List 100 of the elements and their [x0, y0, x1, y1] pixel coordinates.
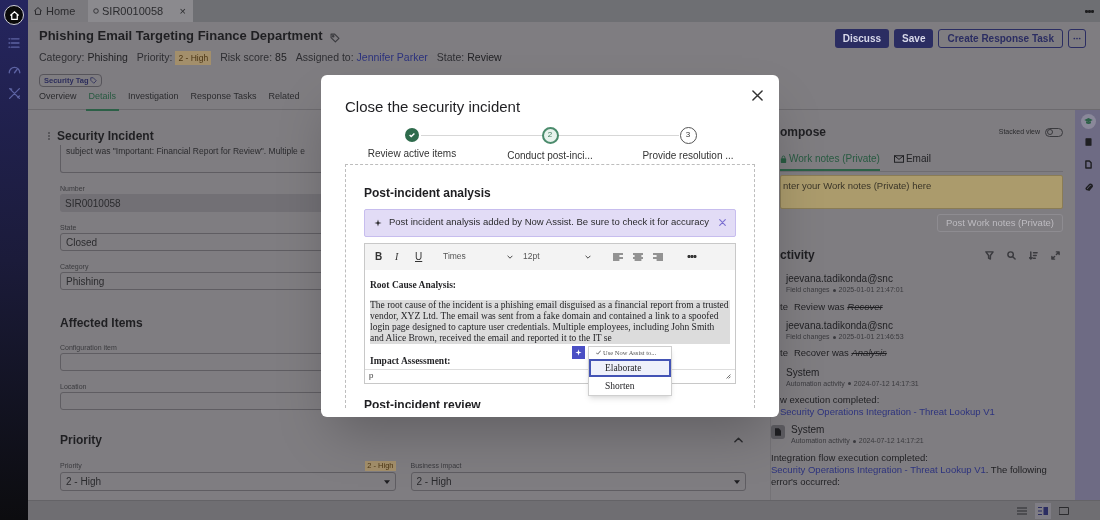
- section-heading: Priority: [60, 432, 102, 449]
- sparkle-icon: [374, 218, 382, 227]
- activity-author: jeevana.tadikonda@snc: [786, 318, 894, 332]
- record-title: Phishing Email Targeting Finance Department: [39, 27, 323, 46]
- form-tab[interactable]: Details: [85, 90, 120, 111]
- field-name: te: [780, 346, 788, 361]
- resize-grip-icon[interactable]: [726, 373, 731, 379]
- section-heading: Affected Items: [60, 315, 143, 332]
- step-label[interactable]: Review active items: [367, 145, 457, 161]
- activity-message: w execution completed: Security Operations Integration - Threat Lookup V1: [780, 394, 996, 418]
- align-center-icon[interactable]: [633, 252, 643, 261]
- editor-paragraph: The root cause of the incident is a phishing email disguised as a financial report from a trusted vendor, XYZ Ltd. The email was sent from a fake domain and contained a link to a spoofed login page designed to capture user credentials. Multiple employees, including John Smith and Alice Brown, received the email and reported it to the IT se: [370, 299, 730, 344]
- meta-label: Assigned to:: [295, 50, 354, 65]
- home-icon: [8, 9, 20, 21]
- compose-tab[interactable]: Work notes (Private): [780, 151, 880, 171]
- paperclip-icon[interactable]: [1084, 183, 1093, 192]
- form-tab[interactable]: Related: [265, 90, 303, 111]
- assignee-link[interactable]: Jennifer Parker: [356, 50, 428, 66]
- search-icon[interactable]: [1007, 250, 1016, 260]
- more-icon: [1073, 37, 1081, 40]
- priority-badge: 2 - High: [175, 50, 212, 66]
- step-label[interactable]: Provide resolution ...: [642, 147, 734, 163]
- chevron-up-icon[interactable]: [734, 437, 743, 443]
- tab[interactable]: SIR0010058 ×: [88, 0, 193, 22]
- list-icon[interactable]: [8, 38, 20, 48]
- form-tab[interactable]: Investigation: [125, 90, 182, 111]
- work-notes-field[interactable]: nter your Work notes (Private) here: [780, 175, 1063, 209]
- activity-author: System: [791, 423, 826, 436]
- more-icon[interactable]: [1085, 9, 1094, 13]
- book-icon[interactable]: [1085, 138, 1092, 146]
- format-button[interactable]: I: [395, 249, 415, 264]
- meta-value: Review: [467, 50, 502, 65]
- tag-icon[interactable]: [329, 32, 340, 43]
- home-button[interactable]: [4, 5, 24, 25]
- section-heading: Post-incident analysis: [364, 184, 492, 202]
- meta-label: Risk score:: [220, 50, 273, 65]
- meta-label: Priority:: [136, 50, 173, 65]
- dropdown-field[interactable]: 2 - High: [60, 472, 396, 491]
- close-tab-button[interactable]: ×: [179, 5, 186, 17]
- action-button[interactable]: Save: [894, 29, 934, 48]
- dot-separator-icon: [832, 288, 836, 292]
- expand-icon[interactable]: [1051, 250, 1060, 260]
- split-view-button[interactable]: [1035, 502, 1051, 519]
- section-heading: Security Incident: [57, 128, 154, 145]
- document-icon[interactable]: [1085, 160, 1092, 169]
- meta-value: 85: [275, 50, 287, 65]
- drag-handle-icon[interactable]: [48, 132, 50, 140]
- form-tab[interactable]: Response Tasks: [187, 90, 260, 111]
- gauge-icon[interactable]: [7, 65, 21, 74]
- sparkle-icon: [575, 348, 582, 356]
- more-icon[interactable]: [687, 255, 697, 258]
- format-button[interactable]: B: [375, 249, 395, 264]
- field-change: Review was Recover: [793, 299, 883, 314]
- tab[interactable]: Home: [28, 0, 88, 22]
- meta-label: State:: [436, 50, 465, 65]
- mail-icon: [893, 154, 904, 163]
- chevron-down-icon: [507, 254, 513, 259]
- dot-separator-icon: [832, 335, 836, 339]
- sort-icon[interactable]: [1029, 250, 1038, 260]
- activity-message: Integration flow execution completed: Security Operations Integration - Threat Lookup V1. The following error's occurred:: [771, 451, 1048, 488]
- step-label[interactable]: Conduct post-inci...: [507, 147, 593, 163]
- menu-item[interactable]: Shorten: [589, 376, 671, 395]
- more-button[interactable]: [1068, 29, 1086, 48]
- dropdown-caret-icon: [383, 479, 390, 484]
- action-button[interactable]: Create Response Task: [938, 29, 1063, 48]
- form-tab[interactable]: Overview: [36, 90, 80, 111]
- chevron-down-icon: [585, 254, 591, 259]
- activity-author: jeevana.tadikonda@snc: [786, 272, 894, 285]
- panel-heading: ompose: [780, 124, 826, 141]
- element-path: p: [369, 370, 374, 382]
- font-dropdown[interactable]: Times: [443, 250, 513, 263]
- dropdown-caret-icon: [734, 479, 740, 484]
- split-view-icon: [1038, 506, 1048, 515]
- activity-author: System: [786, 365, 821, 379]
- format-button[interactable]: U: [415, 249, 435, 264]
- dot-separator-icon: [847, 382, 851, 386]
- step-number: 3: [679, 126, 697, 144]
- list-view-icon[interactable]: [1017, 506, 1027, 515]
- integration-link[interactable]: Security Operations Integration - Threat Lookup V1: [780, 406, 995, 417]
- tools-icon[interactable]: [7, 87, 21, 100]
- integration-link[interactable]: Security Operations Integration - Threat Lookup V1: [771, 463, 986, 475]
- dropdown-field[interactable]: 2 - High: [410, 472, 746, 491]
- compose-tab[interactable]: Email: [893, 151, 931, 171]
- field-change: Recover was Analysis: [793, 346, 887, 361]
- meta-value: Phishing: [87, 50, 128, 65]
- align-left-icon[interactable]: [613, 252, 623, 261]
- dialog-title: Close the security incident: [345, 97, 521, 117]
- check-icon: [596, 350, 601, 356]
- action-button[interactable]: Discuss: [834, 29, 890, 48]
- size-dropdown[interactable]: 12pt: [523, 250, 591, 263]
- align-right-icon[interactable]: [653, 252, 663, 261]
- menu-item[interactable]: Elaborate: [589, 358, 671, 377]
- ai-assist-button[interactable]: [572, 345, 585, 359]
- record-icon: [93, 8, 99, 14]
- document-icon: [771, 425, 785, 439]
- filter-icon[interactable]: [985, 250, 994, 260]
- graduation-cap-icon[interactable]: [1081, 114, 1096, 129]
- dot-separator-icon: [852, 439, 856, 443]
- close-icon[interactable]: [752, 90, 763, 101]
- window-view-icon[interactable]: [1059, 506, 1069, 515]
